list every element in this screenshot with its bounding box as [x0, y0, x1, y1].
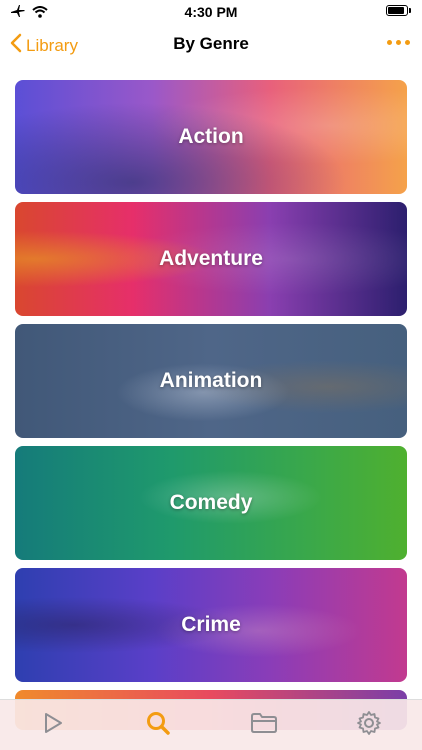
genre-card-adventure[interactable]: Adventure	[15, 202, 407, 316]
genre-label: Adventure	[159, 247, 263, 270]
battery-icon	[386, 5, 411, 16]
tab-bar	[0, 699, 422, 750]
tab-search[interactable]	[128, 705, 188, 745]
genre-card-crime[interactable]: Crime	[15, 568, 407, 682]
search-icon	[145, 710, 171, 741]
tab-library[interactable]	[234, 705, 294, 745]
folder-icon	[250, 712, 278, 739]
navigation-bar: Library By Genre	[0, 24, 422, 68]
page-title: By Genre	[173, 34, 249, 53]
status-time: 4:30 PM	[184, 4, 238, 20]
more-button[interactable]	[387, 40, 410, 45]
ellipsis-dot	[405, 40, 410, 45]
genre-label: Animation	[159, 369, 263, 392]
play-icon	[42, 711, 64, 740]
ellipsis-icon	[387, 40, 392, 45]
status-bar: 4:30 PM	[0, 0, 422, 24]
genre-card-action[interactable]: Action	[15, 80, 407, 194]
gear-icon	[356, 710, 382, 741]
genre-card-comedy[interactable]: Comedy	[15, 446, 407, 560]
genre-label: Crime	[181, 613, 241, 636]
genre-list: Action Adventure Animation Comedy Crime	[15, 80, 407, 738]
tab-settings[interactable]	[339, 705, 399, 745]
genre-label: Action	[178, 125, 244, 148]
genre-label: Comedy	[169, 491, 253, 514]
ellipsis-dot	[396, 40, 401, 45]
genre-card-animation[interactable]: Animation	[15, 324, 407, 438]
tab-now-playing[interactable]	[23, 705, 83, 745]
